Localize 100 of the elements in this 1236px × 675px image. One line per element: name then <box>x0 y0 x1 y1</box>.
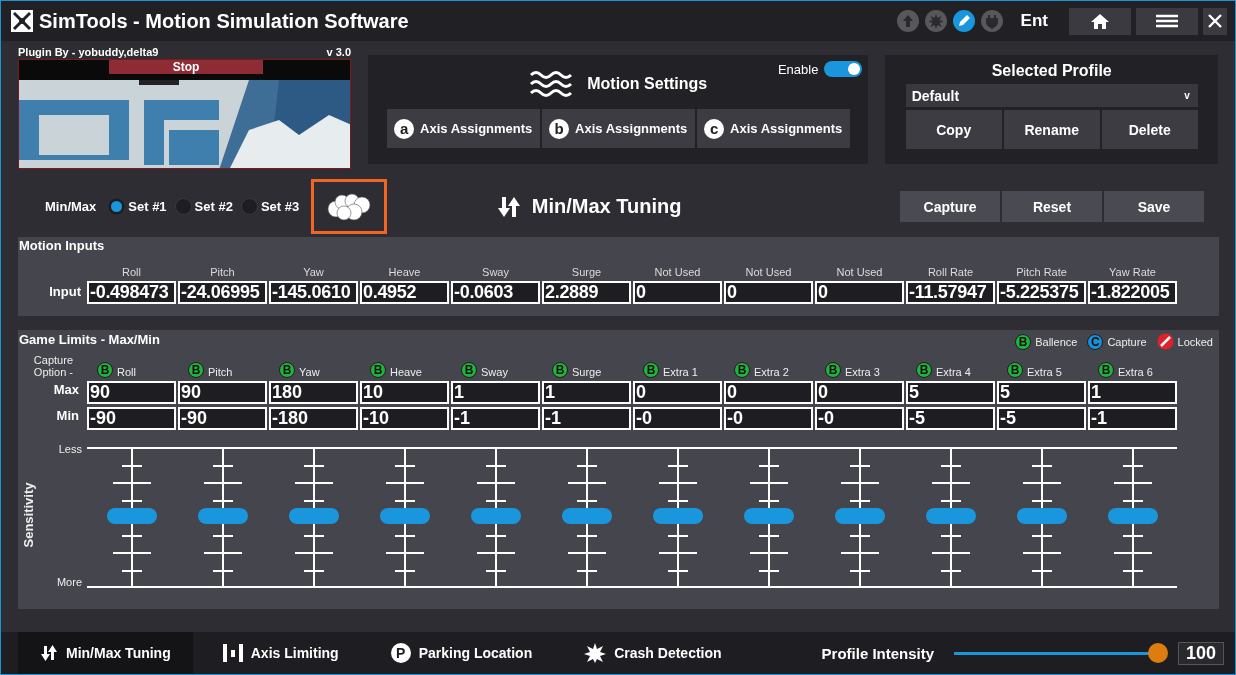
max-field[interactable]: 10 <box>360 381 449 404</box>
slider-thumb[interactable] <box>561 507 612 524</box>
letter-badge[interactable]: B <box>97 362 113 378</box>
profile-button[interactable]: Rename <box>1003 110 1100 149</box>
slider-thumb[interactable] <box>925 507 976 524</box>
column-header: Pitch Rate <box>1015 266 1068 280</box>
max-field[interactable]: 1 <box>542 381 631 404</box>
column-header: Roll Rate <box>926 266 975 280</box>
max-field[interactable]: 90 <box>87 381 176 404</box>
value-field: 0 <box>724 281 813 304</box>
more-label: More <box>56 576 82 588</box>
min-field[interactable]: -90 <box>87 407 176 430</box>
min-field[interactable]: -1 <box>451 407 540 430</box>
toggle-switch[interactable] <box>824 61 863 77</box>
value-field: 0.4952 <box>360 281 449 304</box>
profile-button[interactable]: Delete <box>1101 110 1198 149</box>
max-field[interactable]: 90 <box>178 381 267 404</box>
letter-badge[interactable]: B <box>1098 362 1114 378</box>
min-field[interactable]: -90 <box>178 407 267 430</box>
letter-badge[interactable]: B <box>279 362 295 378</box>
slider-thumb[interactable] <box>106 507 157 524</box>
stop-button[interactable]: Stop <box>109 60 263 74</box>
max-field[interactable]: 5 <box>997 381 1086 404</box>
home-icon <box>1091 13 1109 29</box>
nav-tab[interactable]: Crash Detection <box>562 632 744 674</box>
letter-badge[interactable]: B <box>1007 362 1023 378</box>
letter-badge[interactable]: B <box>916 362 932 378</box>
max-field[interactable]: 1 <box>451 381 540 404</box>
slider-thumb[interactable] <box>1147 643 1168 663</box>
column-header: Heave <box>390 366 422 378</box>
action-button[interactable]: Reset <box>1002 191 1102 222</box>
action-button[interactable]: Save <box>1104 191 1204 222</box>
min-field[interactable]: -5 <box>997 407 1086 430</box>
column-header: Not Used <box>744 266 793 280</box>
row-label: Min <box>55 407 80 425</box>
plug-icon[interactable] <box>980 10 1003 32</box>
slider-thumb[interactable] <box>379 507 430 524</box>
slider-thumb[interactable] <box>1107 507 1158 524</box>
action-button[interactable]: Capture <box>900 191 1000 222</box>
menu-button[interactable] <box>1136 7 1198 35</box>
bars-icon <box>222 644 243 662</box>
min-field[interactable]: -0 <box>724 407 813 430</box>
axis-assignments-button[interactable]: a Axis Assignments <box>386 109 540 148</box>
slider-thumb[interactable] <box>834 507 885 524</box>
column-header: Not Used <box>653 266 702 280</box>
logo-icon <box>11 10 33 32</box>
max-field[interactable]: 0 <box>633 381 722 404</box>
min-field[interactable]: -5 <box>906 407 995 430</box>
min-field[interactable]: -1 <box>542 407 631 430</box>
intensity-slider[interactable] <box>954 643 1167 663</box>
letter-badge[interactable]: B <box>552 362 568 378</box>
home-button[interactable] <box>1069 7 1131 35</box>
letter-badge[interactable]: B <box>461 362 477 378</box>
max-field[interactable]: 0 <box>815 381 904 404</box>
radio-option[interactable]: Set #1 <box>108 198 167 215</box>
letter-badge: b <box>549 118 570 139</box>
letter-badge[interactable]: B <box>188 362 204 378</box>
max-field[interactable]: 5 <box>906 381 995 404</box>
section-title: Game Limits - Max/Min <box>18 331 160 347</box>
axis-assignments-button[interactable]: b Axis Assignments <box>541 109 695 148</box>
plugin-version: v 3.0 <box>326 46 351 59</box>
min-field[interactable]: -10 <box>360 407 449 430</box>
letter-badge[interactable]: B <box>643 362 659 378</box>
radio-option[interactable]: Set #2 <box>174 198 233 215</box>
up-down-arrows-icon <box>40 645 58 661</box>
nav-tab[interactable]: Min/Max Tuning <box>18 632 193 674</box>
max-field[interactable]: 0 <box>724 381 813 404</box>
min-field[interactable]: -1 <box>1088 407 1177 430</box>
splat-icon[interactable] <box>924 10 947 32</box>
slider-thumb[interactable] <box>1016 507 1067 524</box>
min-field[interactable]: -0 <box>815 407 904 430</box>
cloud-button[interactable] <box>311 179 388 234</box>
slider-thumb[interactable] <box>470 507 521 524</box>
letter-badge[interactable]: B <box>734 362 750 378</box>
slider-thumb[interactable] <box>743 507 794 524</box>
radio-option[interactable]: Set #3 <box>240 198 300 215</box>
page-title: Min/Max Tuning <box>531 195 682 218</box>
section-title: Motion Settings <box>587 75 708 93</box>
legend-label: Locked <box>1177 335 1213 348</box>
value-field: -0.498473 <box>87 281 176 304</box>
max-field[interactable]: 1 <box>1088 381 1177 404</box>
letter-badge[interactable]: B <box>370 362 386 378</box>
slider-thumb[interactable] <box>197 507 248 524</box>
min-field[interactable]: -0 <box>633 407 722 430</box>
close-button[interactable] <box>1203 7 1227 35</box>
upload-icon[interactable] <box>896 10 919 32</box>
slider-thumb[interactable] <box>652 507 703 524</box>
capture-option-label: Capture Option - <box>32 354 74 378</box>
max-field[interactable]: 180 <box>269 381 358 404</box>
nav-tab[interactable]: P Parking Location <box>368 632 555 674</box>
column-header: Yaw Rate <box>1108 266 1157 280</box>
nav-tab[interactable]: Axis Limiting <box>200 632 361 674</box>
slider-thumb[interactable] <box>288 507 339 524</box>
profile-button[interactable]: Copy <box>905 110 1002 149</box>
pencil-icon[interactable] <box>952 10 975 32</box>
min-field[interactable]: -180 <box>269 407 358 430</box>
profile-dropdown[interactable]: Default v <box>905 84 1198 107</box>
letter-badge[interactable]: B <box>825 362 841 378</box>
column-header: Not Used <box>835 266 884 280</box>
axis-assignments-button[interactable]: c Axis Assignments <box>696 109 850 148</box>
